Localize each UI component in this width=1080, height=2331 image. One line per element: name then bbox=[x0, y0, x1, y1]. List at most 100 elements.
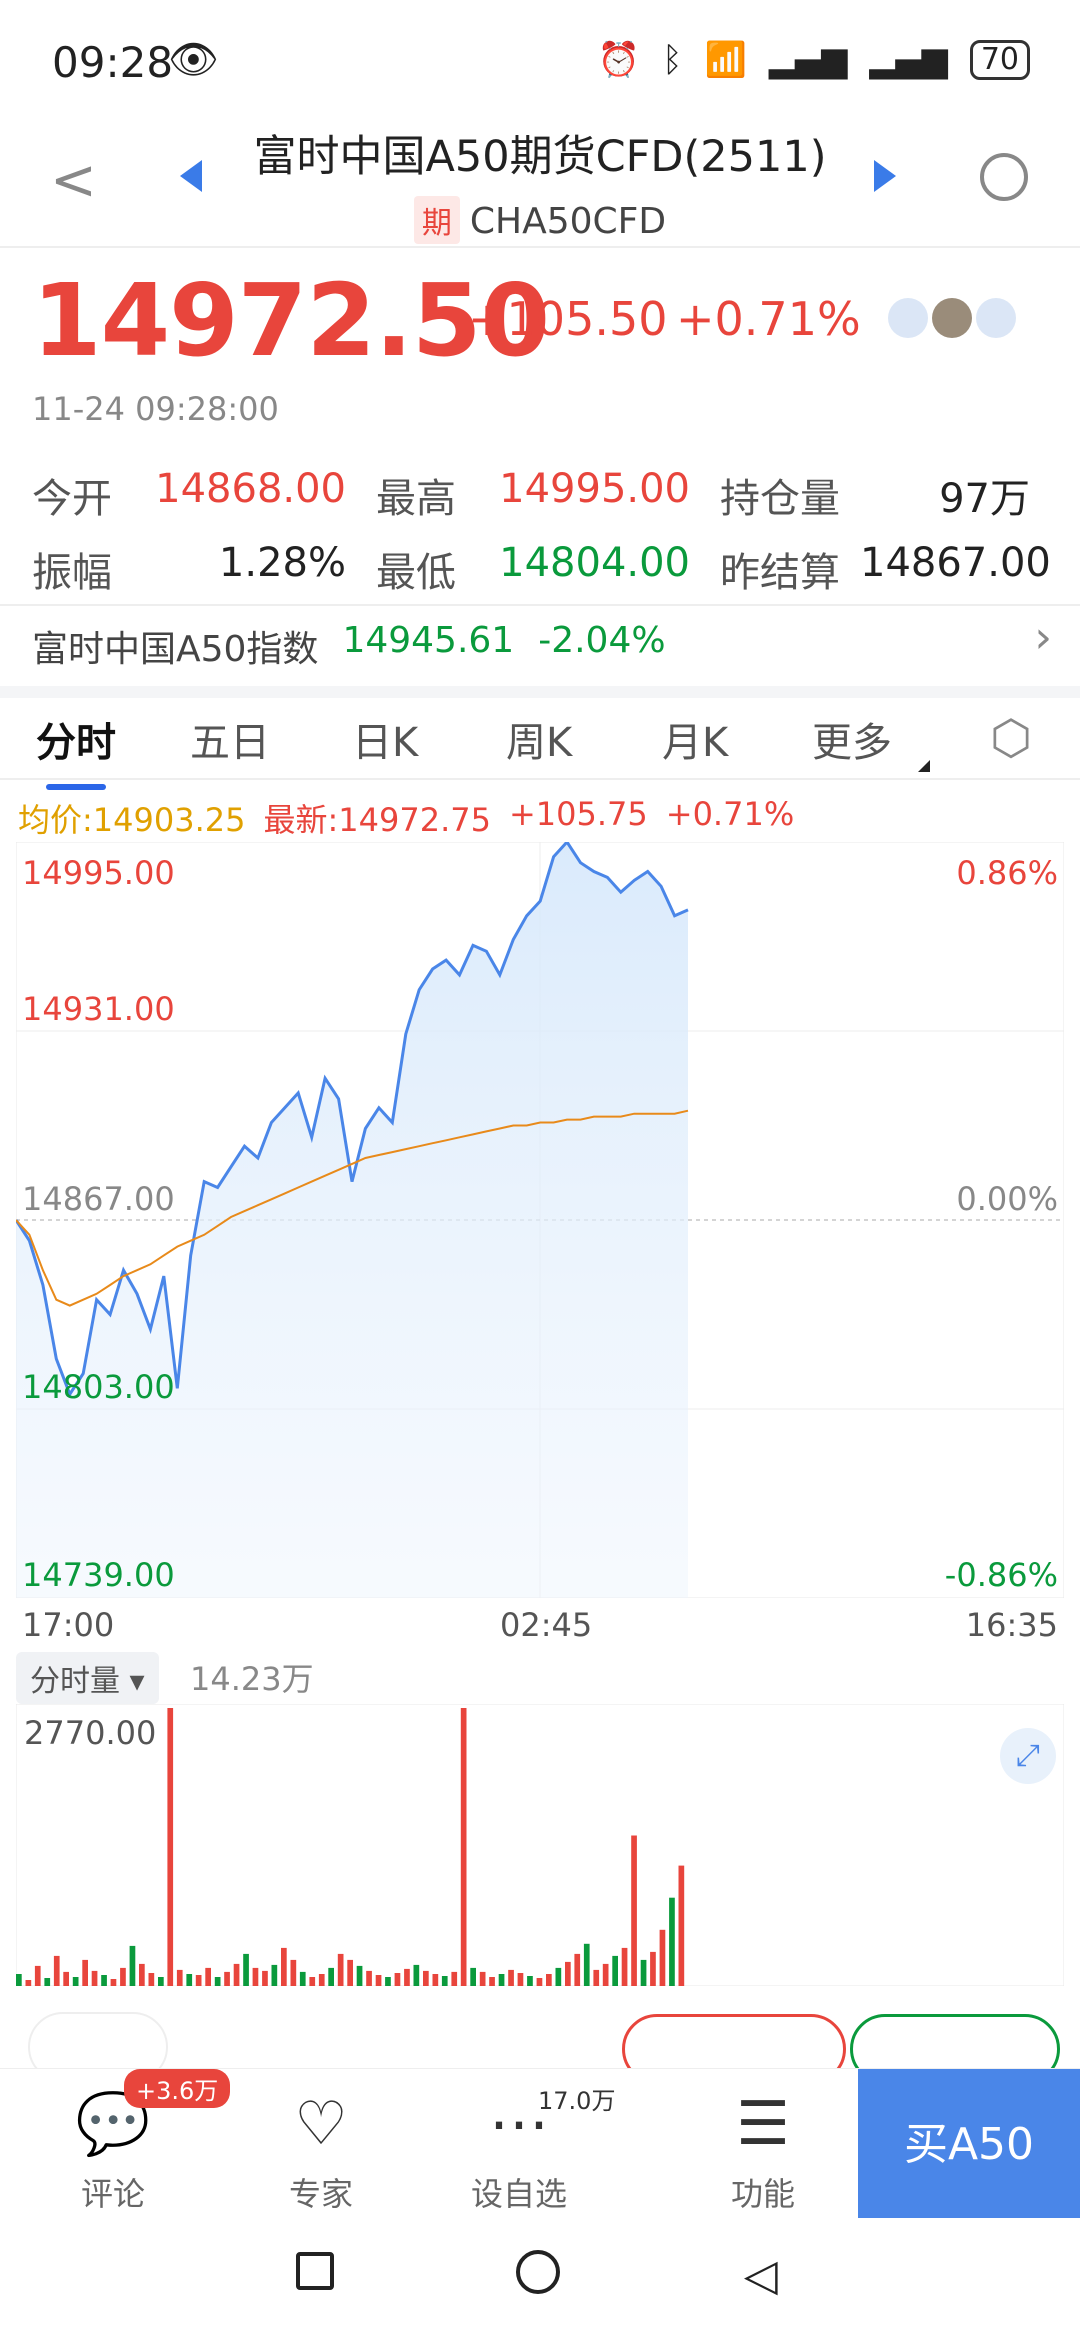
settle-label: 昨结算 bbox=[720, 550, 840, 596]
quote-datetime: 11-24 09:28:00 bbox=[32, 390, 279, 428]
y-tick: 14803.00 bbox=[22, 1368, 175, 1406]
futures-tag: 期 bbox=[413, 196, 460, 244]
index-row[interactable]: 富时中国A50指数 14945.61 -2.04% bbox=[32, 620, 666, 672]
settings-icon[interactable]: ⬡ bbox=[990, 710, 1032, 766]
instrument-code: 期 CHA50CFD bbox=[0, 196, 1080, 244]
volume-bar bbox=[621, 1947, 628, 1986]
comment-label: 评论 bbox=[80, 2175, 145, 2213]
volume-bar bbox=[44, 1978, 51, 1986]
index-change: -2.04% bbox=[538, 620, 666, 661]
menu-icon: ☰ bbox=[736, 2089, 790, 2159]
oi-value: 97万 bbox=[939, 476, 1030, 522]
volume-selector[interactable]: 分时量 ▾ bbox=[16, 1652, 159, 1704]
volume-bar bbox=[309, 1977, 316, 1986]
tab-more[interactable]: 更多 bbox=[812, 710, 892, 768]
signal2-icon: ▂▄▆ bbox=[869, 40, 948, 80]
price-chart[interactable] bbox=[16, 842, 1064, 1598]
volume-bar bbox=[299, 1971, 306, 1986]
low-label: 最低 bbox=[376, 550, 456, 596]
volume-bar bbox=[63, 1971, 69, 1986]
volume-bar bbox=[583, 1943, 590, 1986]
volume-bar bbox=[404, 1968, 410, 1986]
status-bar: 09:28 👁 ⏰ ᛒ 📶 ▂▄▆ ▂▄▆ 70 bbox=[0, 0, 1080, 120]
index-name: 富时中国A50指数 bbox=[32, 629, 319, 670]
volume-bar bbox=[158, 1977, 164, 1986]
volume-bar bbox=[176, 1969, 183, 1986]
expert-button[interactable]: ♡ 专家 bbox=[246, 2079, 396, 2215]
volume-bar bbox=[337, 1953, 344, 1986]
alarm-icon: ⏰ bbox=[597, 40, 641, 80]
search-icon[interactable] bbox=[980, 153, 1028, 201]
recent-apps-icon[interactable] bbox=[296, 2252, 334, 2290]
index-value: 14945.61 bbox=[342, 620, 515, 661]
volume-bar bbox=[328, 1967, 334, 1986]
volume-bar bbox=[318, 1974, 325, 1986]
amp-label: 振幅 bbox=[32, 550, 112, 596]
volume-bar bbox=[593, 1969, 600, 1986]
volume-bar bbox=[602, 1963, 609, 1986]
amp-value: 1.28% bbox=[218, 540, 346, 586]
volume-bar bbox=[252, 1967, 259, 1986]
volume-bar bbox=[82, 1959, 88, 1986]
high-value: 14995.00 bbox=[499, 466, 690, 512]
expert-icon: ♡ bbox=[294, 2089, 348, 2159]
volume-bar bbox=[129, 1945, 136, 1986]
system-nav: ◁ bbox=[0, 2218, 1080, 2331]
tab-intraday[interactable]: 分时 bbox=[36, 710, 116, 790]
volume-bar bbox=[631, 1835, 637, 1986]
y-tick-right: 0.00% bbox=[956, 1180, 1058, 1218]
expand-icon[interactable]: ⤢ bbox=[1000, 1728, 1056, 1784]
high-label: 最高 bbox=[376, 476, 456, 522]
back-nav-icon[interactable]: ◁ bbox=[744, 2250, 778, 2301]
volume-bar bbox=[508, 1969, 514, 1986]
volume-bar bbox=[205, 1967, 211, 1986]
next-arrow-icon[interactable] bbox=[874, 160, 896, 192]
volume-bar bbox=[612, 1955, 618, 1986]
volume-bar bbox=[366, 1970, 372, 1986]
volume-bar bbox=[91, 1970, 98, 1986]
chart-tabs: 分时 五日 日K 周K 月K 更多 ⬡ bbox=[0, 700, 1080, 790]
watchlist-label: 设自选 bbox=[470, 2175, 567, 2213]
volume-bar bbox=[25, 1980, 32, 1986]
volume-bar bbox=[385, 1977, 391, 1986]
y-tick: 14739.00 bbox=[22, 1556, 175, 1594]
function-label: 功能 bbox=[730, 2175, 795, 2213]
home-icon[interactable] bbox=[516, 2250, 560, 2294]
x-tick: 02:45 bbox=[500, 1606, 593, 1644]
volume-bar bbox=[139, 1963, 145, 1986]
tab-monthly-k[interactable]: 月K bbox=[662, 710, 728, 768]
status-time: 09:28 bbox=[52, 38, 174, 87]
volume-total: 14.23万 bbox=[190, 1660, 314, 1698]
battery-icon: 70 bbox=[969, 40, 1030, 80]
volume-bar bbox=[479, 1971, 486, 1986]
volume-bar bbox=[460, 1708, 467, 1986]
divider bbox=[0, 246, 1080, 248]
volume-bar bbox=[546, 1974, 552, 1986]
more-corner-icon bbox=[918, 760, 930, 772]
volume-bar bbox=[195, 1975, 202, 1986]
volume-bar bbox=[527, 1976, 533, 1986]
tab-daily-k[interactable]: 日K bbox=[352, 710, 418, 768]
latest-change-pct: +0.71% bbox=[665, 795, 795, 833]
volume-bar bbox=[186, 1974, 193, 1986]
eye-icon: 👁 bbox=[168, 37, 219, 83]
volume-bar bbox=[243, 1953, 249, 1986]
tab-weekly-k[interactable]: 周K bbox=[506, 710, 572, 768]
tab-5day[interactable]: 五日 bbox=[190, 710, 270, 768]
oi-label: 持仓量 bbox=[720, 476, 840, 522]
volume-bar bbox=[101, 1975, 107, 1986]
volume-bar bbox=[375, 1975, 382, 1986]
volume-bar bbox=[555, 1967, 562, 1986]
buy-button[interactable]: 买A50 bbox=[858, 2069, 1080, 2221]
volume-bar bbox=[34, 1965, 41, 1986]
volume-bar bbox=[413, 1964, 420, 1986]
chevron-right-icon[interactable]: › bbox=[1034, 612, 1052, 663]
volume-bar bbox=[120, 1967, 126, 1986]
weibo-avatars[interactable] bbox=[888, 298, 1016, 338]
volume-bar bbox=[271, 1964, 278, 1986]
volume-chart[interactable] bbox=[16, 1704, 1064, 1986]
volume-bar bbox=[498, 1974, 505, 1986]
page-title: 富时中国A50期货CFD(2511) bbox=[253, 132, 827, 182]
function-button[interactable]: ☰ 功能 bbox=[688, 2079, 838, 2215]
y-tick-right: 0.86% bbox=[956, 854, 1058, 892]
